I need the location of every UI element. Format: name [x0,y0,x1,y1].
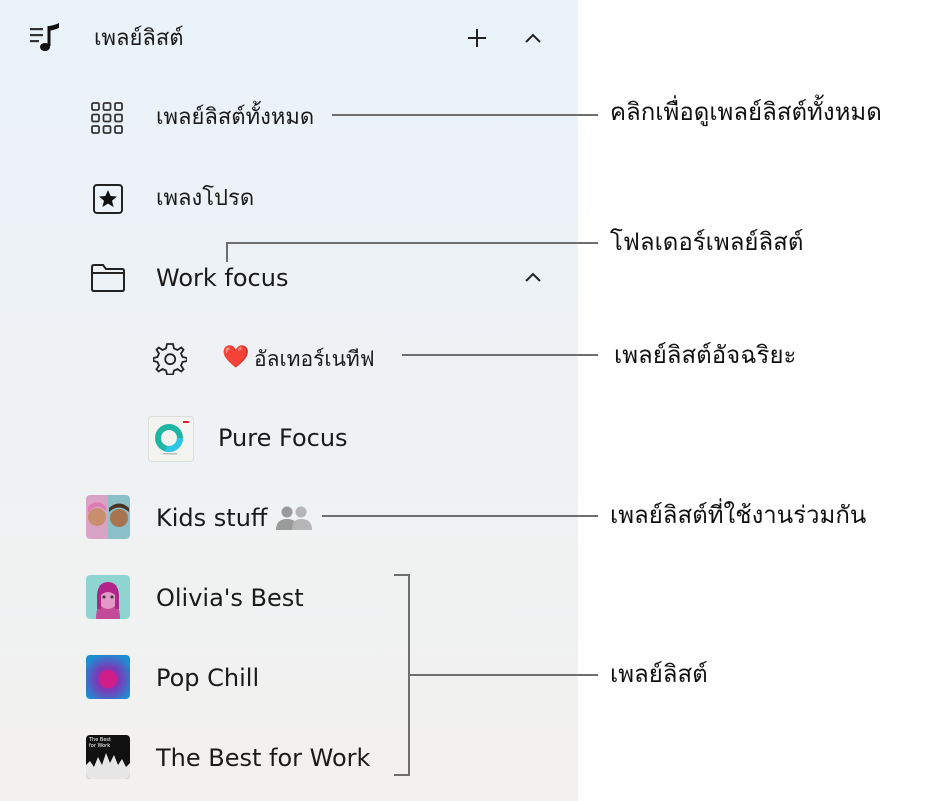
playlist-label: Olivia's Best [156,584,304,612]
callout-line-shared [322,515,598,517]
callout-folder: โฟลเดอร์เพลย์ลิสต์ [610,228,804,256]
sidebar-item-all-playlists-label: เพลย์ลิสต์ทั้งหมด [156,105,315,130]
playlist-sidebar: เพลย์ลิสต์ เพลย์ลิสต์ทั้งหมด เพลงโปรด Wo… [0,0,578,801]
gear-icon [152,340,188,376]
sidebar-item-favorites-label: เพลงโปรด [156,186,255,211]
kids-stuff-artwork [86,495,130,539]
playlist-music-icon [28,22,64,56]
plus-icon [468,29,486,47]
playlist-label: The Best for Work [156,744,371,772]
sidebar-item-kids-stuff[interactable]: Kids stuff [0,488,578,548]
collapse-folder-button[interactable] [516,260,550,294]
sidebar-item-all-playlists[interactable]: เพลย์ลิสต์ทั้งหมด [0,88,578,148]
sidebar-item-pure-focus[interactable]: Pure Focus [0,408,578,468]
people-icon [274,504,314,532]
sidebar-item-the-best-for-work[interactable]: The Best for Work The Best for Work [0,728,578,788]
folder-label: Work focus [156,264,289,292]
chevron-up-icon [525,272,541,282]
kids-stuff-label: Kids stuff [156,504,268,532]
chevron-up-icon [525,33,541,43]
pop-chill-artwork [86,655,130,699]
callout-shared: เพลย์ลิสต์ที่ใช้งานร่วมกัน [610,501,867,529]
callout-line-folder-horizontal [226,242,598,244]
callout-line-smart [402,354,598,356]
sidebar-item-work-focus-folder[interactable]: Work focus [0,248,578,308]
pure-focus-artwork [148,416,194,462]
sidebar-item-favorites[interactable]: เพลงโปรด [0,168,578,228]
smart-playlist-label: อัลเทอร์เนทีฟ [254,347,375,371]
olivias-best-artwork [86,575,130,619]
callout-line-playlists [410,674,598,676]
callout-smart: เพลย์ลิสต์อัจฉริยะ [614,341,797,369]
pure-focus-label: Pure Focus [218,424,348,452]
callout-playlists: เพลย์ลิสต์ [610,660,708,688]
header-title: เพลย์ลิสต์ [94,26,184,51]
playlists-header[interactable]: เพลย์ลิสต์ [0,8,578,68]
playlist-label: Pop Chill [156,664,260,692]
the-best-for-work-artwork: The Best for Work [86,735,130,779]
heart-emoji: ❤️ [222,345,250,370]
sidebar-item-pop-chill[interactable]: Pop Chill [0,648,578,708]
callout-line-folder-vertical [226,242,228,262]
sidebar-item-smart-playlist[interactable]: ❤️ อัลเทอร์เนทีฟ [0,328,578,388]
star-square-icon [92,183,124,215]
collapse-playlists-button[interactable] [516,21,550,55]
sidebar-item-olivias-best[interactable]: Olivia's Best [0,568,578,628]
add-playlist-button[interactable] [460,21,494,55]
grid-icon [90,101,124,135]
callout-line-all-playlists [332,114,598,116]
callout-all-playlists: คลิกเพื่อดูเพลย์ลิสต์ทั้งหมด [610,98,882,126]
playlists-bracket-bottom [394,774,410,776]
folder-icon [90,262,126,294]
